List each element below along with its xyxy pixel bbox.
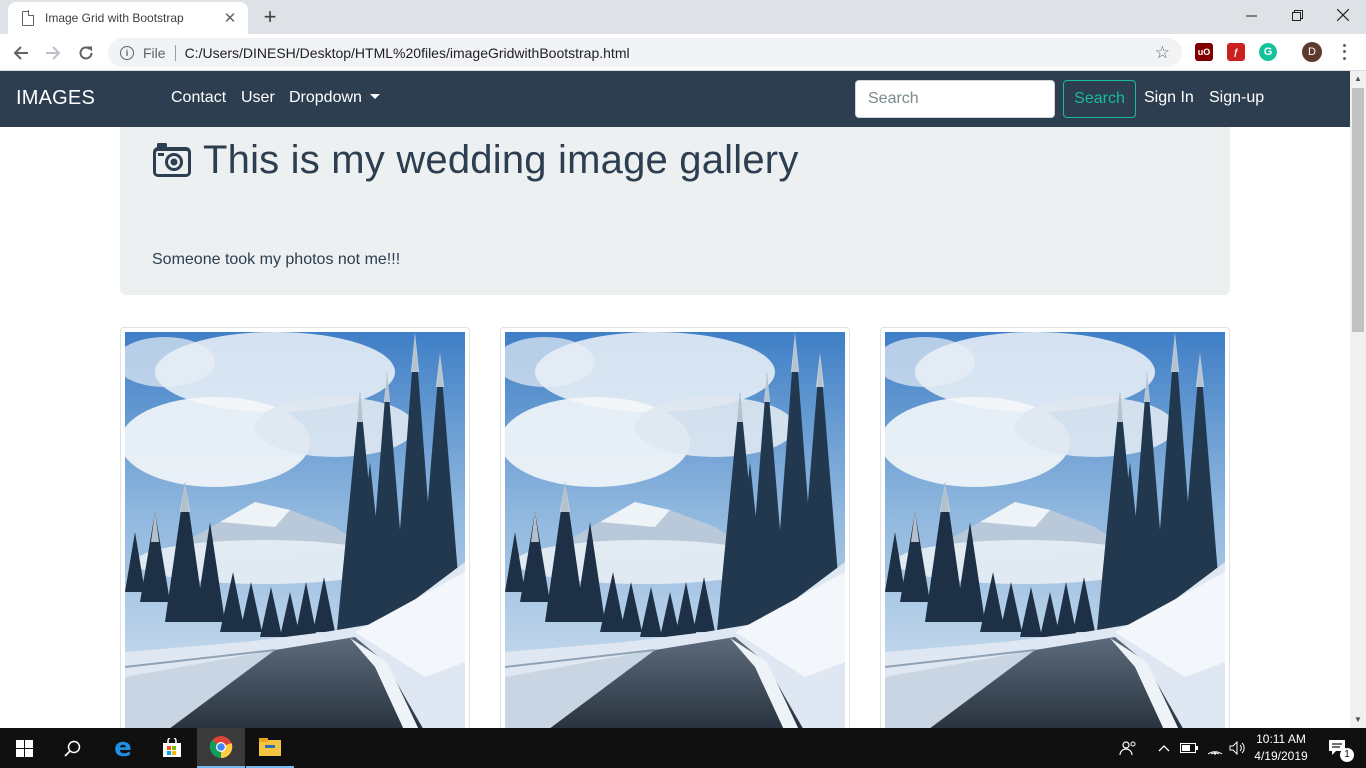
magnifier-icon	[63, 740, 80, 757]
ublock-extension-icon[interactable]: uO	[1195, 43, 1213, 61]
store-taskbar-icon[interactable]	[148, 728, 196, 768]
minimize-button[interactable]	[1228, 0, 1274, 30]
volume-icon[interactable]	[1226, 728, 1250, 768]
nav-dropdown-label: Dropdown	[289, 89, 362, 106]
winter-road-photo[interactable]	[885, 332, 1225, 728]
browser-tab[interactable]: Image Grid with Bootstrap ✕	[8, 2, 248, 34]
url-text[interactable]: C:/Users/DINESH/Desktop/HTML%20files/ima…	[185, 45, 1155, 61]
nav-user[interactable]: User	[241, 89, 275, 107]
nav-contact[interactable]: Contact	[171, 89, 226, 107]
scroll-thumb[interactable]	[1352, 88, 1364, 332]
bookmark-star-icon[interactable]: ☆	[1155, 43, 1170, 63]
winter-road-photo[interactable]	[505, 332, 845, 728]
scroll-up-arrow-icon[interactable]: ▲	[1350, 71, 1366, 87]
close-tab-icon[interactable]: ✕	[222, 9, 238, 27]
search-button[interactable]: Search	[1063, 80, 1136, 118]
grammarly-extension-icon[interactable]: G	[1259, 43, 1277, 61]
start-button[interactable]	[0, 728, 48, 768]
people-icon[interactable]	[1106, 728, 1150, 768]
action-center-icon[interactable]: 1	[1318, 728, 1358, 768]
close-window-button[interactable]	[1320, 0, 1366, 30]
reload-button[interactable]	[73, 40, 99, 66]
tray-expand-icon[interactable]	[1152, 728, 1176, 768]
address-separator	[174, 44, 176, 61]
gallery-card-3[interactable]	[880, 327, 1230, 728]
page-title: This is my wedding image gallery	[203, 138, 799, 182]
tab-title: Image Grid with Bootstrap	[45, 11, 184, 25]
sign-up-link[interactable]: Sign-up	[1209, 89, 1264, 107]
wifi-icon[interactable]	[1203, 728, 1227, 768]
winter-road-photo[interactable]	[125, 332, 465, 728]
clock-time[interactable]: 10:11 AM	[1252, 732, 1310, 746]
info-icon[interactable]: i	[120, 45, 134, 60]
notification-count-badge: 1	[1340, 748, 1354, 762]
browser-tabstrip: Image Grid with Bootstrap ✕ +	[0, 0, 1366, 34]
jumbotron-heading: This is my wedding image gallery	[152, 138, 799, 183]
address-bar[interactable]: i File C:/Users/DINESH/Desktop/HTML%20fi…	[108, 38, 1182, 67]
jumbotron: This is my wedding image gallery Someone…	[120, 127, 1230, 295]
page-viewport: IMAGES Contact User Dropdown Search Sign…	[0, 71, 1350, 728]
windows-logo-icon	[15, 739, 33, 757]
battery-icon[interactable]	[1177, 728, 1201, 768]
windows-taskbar: e 10:11 AM 4/19/2019 1	[0, 728, 1366, 768]
page-scrollbar[interactable]: ▲ ▼	[1350, 71, 1366, 728]
search-input[interactable]	[855, 80, 1055, 118]
new-tab-button[interactable]: +	[258, 4, 282, 30]
navbar-brand[interactable]: IMAGES	[16, 87, 95, 110]
clock-date[interactable]: 4/19/2019	[1252, 749, 1310, 763]
sign-in-link[interactable]: Sign In	[1144, 89, 1194, 107]
gallery-card-2[interactable]	[500, 327, 850, 728]
chrome-taskbar-icon[interactable]	[197, 728, 245, 768]
document-icon	[22, 10, 35, 26]
forward-button[interactable]	[40, 40, 66, 66]
file-explorer-taskbar-icon[interactable]	[246, 728, 294, 768]
back-button[interactable]	[8, 40, 34, 66]
browser-toolbar: i File C:/Users/DINESH/Desktop/HTML%20fi…	[0, 34, 1366, 71]
file-label: File	[143, 44, 166, 61]
edge-taskbar-icon[interactable]: e	[99, 728, 147, 768]
restore-button[interactable]	[1274, 0, 1320, 30]
nav-dropdown[interactable]: Dropdown	[289, 89, 380, 107]
jumbotron-lead: Someone took my photos not me!!!	[152, 251, 401, 268]
flash-extension-icon[interactable]: ƒ	[1227, 43, 1245, 61]
search-taskbar-button[interactable]	[48, 728, 96, 768]
camera-icon	[153, 142, 191, 177]
caret-down-icon	[369, 94, 380, 99]
site-navbar: IMAGES Contact User Dropdown Search Sign…	[0, 71, 1350, 127]
browser-menu-icon[interactable]	[1338, 42, 1350, 62]
profile-avatar[interactable]: D	[1302, 42, 1322, 62]
gallery-card-1[interactable]	[120, 327, 470, 728]
scroll-down-arrow-icon[interactable]: ▼	[1350, 712, 1366, 728]
